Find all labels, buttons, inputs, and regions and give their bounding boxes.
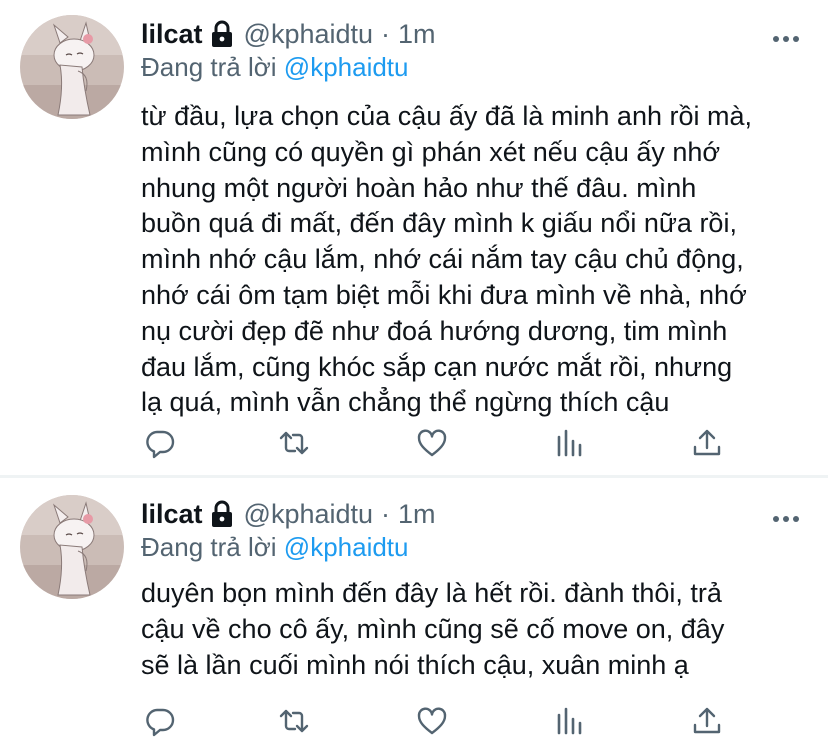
share-icon [693,429,721,456]
tweet-text-line: nhớ cái ôm tạm biệt mỗi khi đưa mình về … [141,279,747,310]
reply-target-link[interactable]: @kphaidtu [284,532,409,562]
like-button[interactable] [415,704,449,738]
separator-dot: · [381,18,391,49]
separator-dot: · [381,498,391,529]
lock-icon [209,19,235,49]
like-button[interactable] [415,426,449,460]
reply-button[interactable] [143,426,177,460]
tweet-text-line: nhung một người hoàn hảo như thế đâu. mì… [141,172,697,203]
reply-button[interactable] [143,704,177,738]
retweet-icon [279,709,309,733]
replying-to: Đang trả lời @kphaidtu [141,532,409,563]
like-icon [417,707,447,735]
tweet-text-line: cậu về cho cô ấy, mình cũng sẽ cố move o… [141,613,725,644]
reply-prefix: Đang trả lời [141,52,277,82]
share-button[interactable] [690,426,724,460]
more-options-icon[interactable] [772,30,800,42]
tweet-text-line: mình nhớ cậu lắm, nhớ cái nắm tay cậu ch… [141,244,744,275]
reply-prefix: Đang trả lời [141,532,277,562]
display-name[interactable]: lilcat [141,19,203,50]
tweet-actions [141,426,741,460]
tweet[interactable]: lilcat @kphaidtu · 1m Đang trả lời @kpha… [0,0,828,476]
retweet-icon [279,431,309,455]
share-icon [693,707,721,734]
tweet-header: lilcat @kphaidtu · 1m [141,494,436,534]
timestamp[interactable]: 1m [398,499,436,530]
display-name[interactable]: lilcat [141,499,203,530]
tweet-text-line: mình cũng có quyền gì phán xét nếu cậu ấ… [141,136,721,167]
tweet-text-line: đau lắm, cũng khóc sắp cạn nước mắt rồi,… [141,351,733,382]
tweet-actions [141,704,741,738]
tweet-header: lilcat @kphaidtu · 1m [141,14,436,54]
reply-icon [146,430,175,459]
tweet-text: từ đầu, lựa chọn của cậu ấy đã là minh a… [141,99,821,421]
username-handle[interactable]: @kphaidtu [244,19,374,50]
avatar[interactable] [20,15,124,119]
tweet-text: duyên bọn mình đến đây là hết rồi. đành … [141,576,821,683]
avatar[interactable] [20,495,124,599]
retweet-button[interactable] [277,704,311,738]
tweet[interactable]: lilcat @kphaidtu · 1m Đang trả lời @kpha… [0,478,828,746]
like-icon [417,429,447,457]
timestamp[interactable]: 1m [398,19,436,50]
share-button[interactable] [690,704,724,738]
tweet-text-line: nụ cười đẹp đẽ như đoá hướng dương, tim … [141,315,728,346]
tweet-text-line: buồn quá đi mất, đến đây mình k giấu nổi… [141,208,737,239]
tweet-text-line: từ đầu, lựa chọn của cậu ấy đã là minh a… [141,101,752,131]
lock-icon [209,499,235,529]
username-handle[interactable]: @kphaidtu [244,499,374,530]
stats-icon [557,429,582,457]
retweet-button[interactable] [277,426,311,460]
stats-button[interactable] [553,704,587,738]
reply-icon [146,708,175,737]
tweet-text-line: sẽ là lần cuối mình nói thích cậu, xuân … [141,649,689,680]
replying-to: Đang trả lời @kphaidtu [141,52,409,83]
tweet-text-line: lạ quá, mình vẫn chẳng thể ngừng thích c… [141,387,670,418]
stats-button[interactable] [553,426,587,460]
tweet-text-line: duyên bọn mình đến đây là hết rồi. đành … [141,578,722,608]
stats-icon [557,707,582,735]
reply-target-link[interactable]: @kphaidtu [284,52,409,82]
more-options-icon[interactable] [772,510,800,522]
